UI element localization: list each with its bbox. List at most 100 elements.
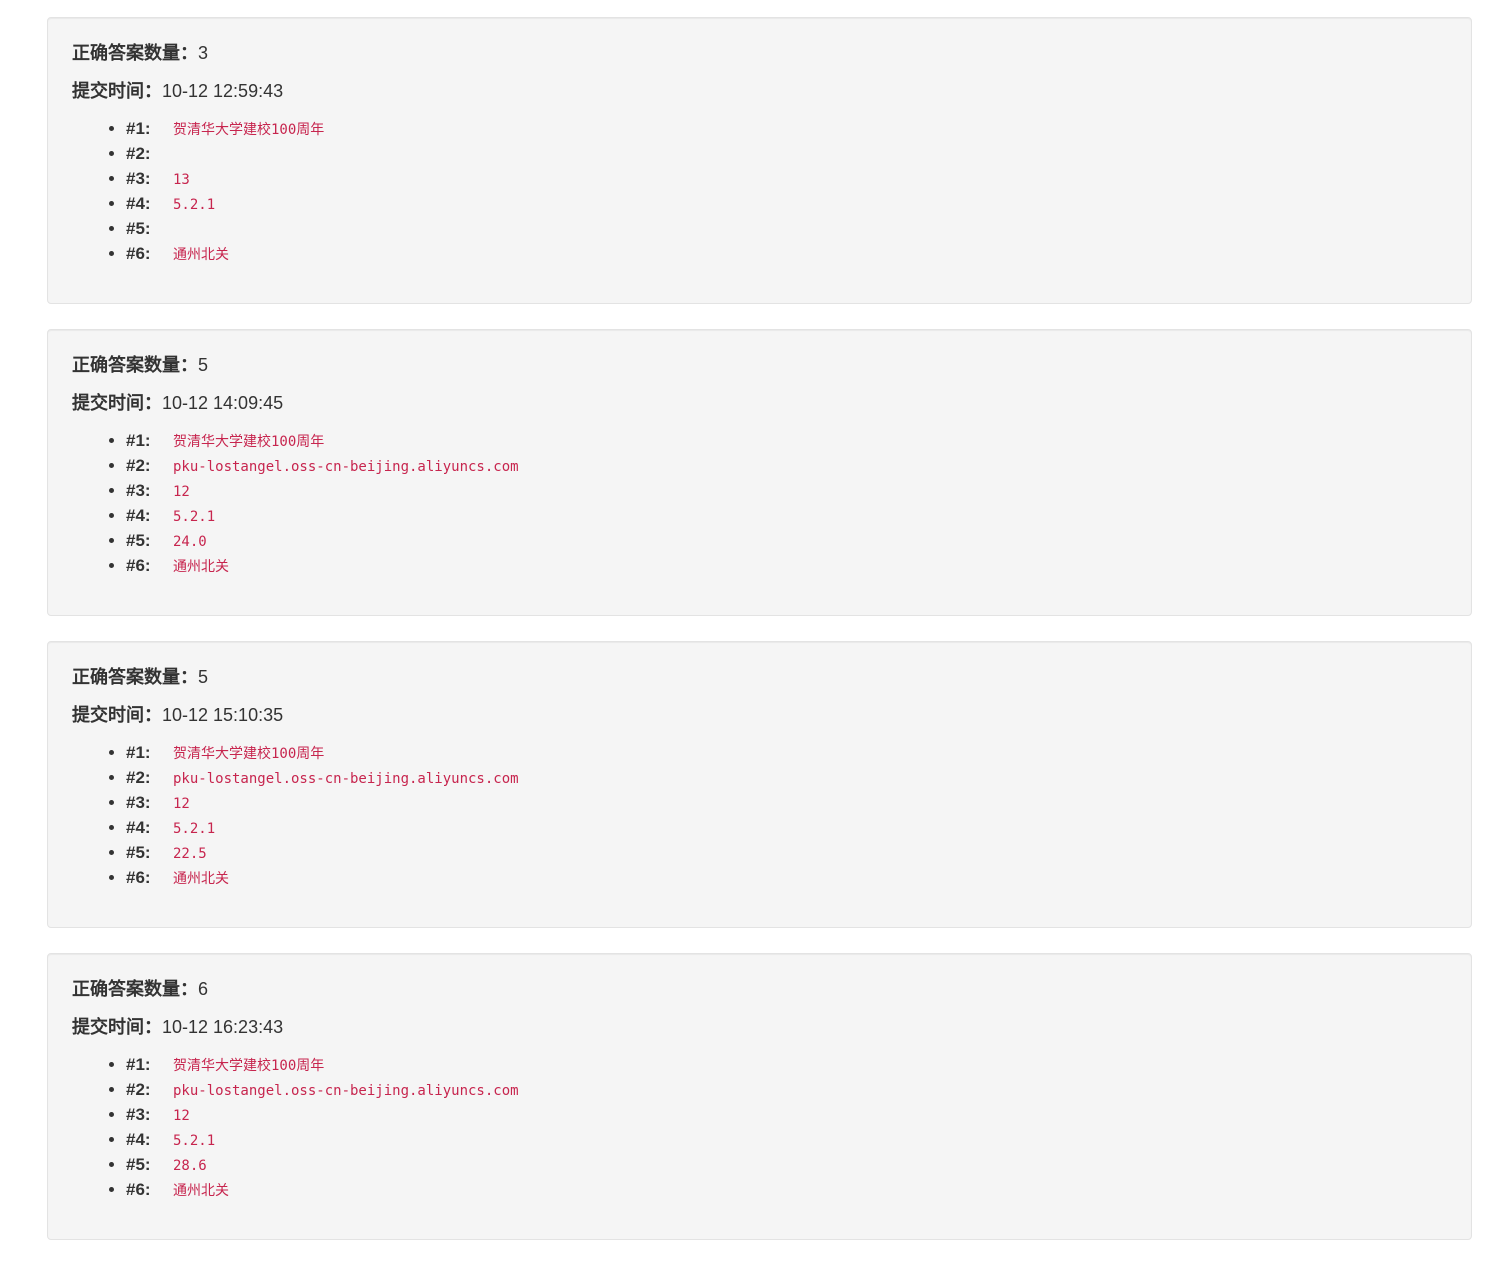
submit-time-label: 提交时间： (72, 81, 162, 101)
correct-count-label: 正确答案数量： (72, 43, 198, 63)
answer-number: #6: (126, 244, 151, 263)
answer-list: #1: 贺清华大学建校100周年 #2: pku-lostangel.oss-cn-b… (72, 428, 1447, 578)
answer-item: #4: 5.2.1 (126, 815, 1447, 840)
answer-item: #1: 贺清华大学建校100周年 (126, 428, 1447, 453)
submit-time-value: 10-12 15:10:35 (162, 705, 284, 725)
answer-number: #3: (126, 169, 151, 188)
answer-item: #6: 通州北关 (126, 1177, 1447, 1202)
answer-value: 5.2.1 (173, 1133, 216, 1149)
answer-value: 贺清华大学建校100周年 (173, 122, 325, 138)
answer-item: #1: 贺清华大学建校100周年 (126, 116, 1447, 141)
answer-number: #4: (126, 506, 151, 525)
answer-value: 5.2.1 (173, 821, 216, 837)
answer-number: #2: (126, 144, 151, 163)
answer-number: #3: (126, 481, 151, 500)
submit-time-label: 提交时间： (72, 1017, 162, 1037)
answer-item: #2: pku-lostangel.oss-cn-beijing.aliyuncs… (126, 453, 1447, 478)
answer-value: 13 (173, 172, 190, 188)
answer-value: 28.6 (173, 1158, 207, 1174)
submission-card: 正确答案数量：5 提交时间：10-12 14:09:45 #1: 贺清华大学建校1… (47, 329, 1472, 616)
answer-value: 5.2.1 (173, 509, 216, 525)
answer-item: #4: 5.2.1 (126, 1127, 1447, 1152)
submit-time-line: 提交时间：10-12 15:10:35 (72, 702, 1447, 728)
answer-number: #5: (126, 1155, 151, 1174)
answer-value: 22.5 (173, 846, 207, 862)
answer-item: #3: 13 (126, 166, 1447, 191)
submission-list: 正确答案数量：3 提交时间：10-12 12:59:43 #1:贺清华大学建校1… (47, 17, 1472, 1265)
answer-value: 12 (173, 484, 190, 500)
answer-value: 通州北关 (173, 871, 229, 887)
answer-list: #1: 贺清华大学建校100周年 #2: #3: 13 #4: 5.2.1 #5: #6: 通州北… (72, 116, 1447, 266)
answer-value: 24.0 (173, 534, 207, 550)
answer-number: #1: (126, 119, 151, 138)
submit-time-label: 提交时间： (72, 705, 162, 725)
correct-count-label: 正确答案数量： (72, 667, 198, 687)
answer-number: #4: (126, 194, 151, 213)
answer-item: #6: 通州北关 (126, 553, 1447, 578)
answer-number: #5: (126, 843, 151, 862)
answer-item: #4: 5.2.1 (126, 191, 1447, 216)
submit-time-line: 提交时间：10-12 14:09:45 (72, 390, 1447, 416)
submission-card: 正确答案数量：6 提交时间：10-12 16:23:43 #1: 贺清华大学建校1… (47, 953, 1472, 1240)
answer-item: #1: 贺清华大学建校100周年 (126, 740, 1447, 765)
submit-time-label: 提交时间： (72, 393, 162, 413)
answer-item: #3: 12 (126, 790, 1447, 815)
submission-card: 正确答案数量：5 提交时间：10-12 15:10:35 #1: 贺清华大学建校1… (47, 641, 1472, 928)
answer-item: #3: 12 (126, 478, 1447, 503)
correct-count-value: 5 (198, 355, 209, 375)
correct-count-value: 5 (198, 667, 209, 687)
answer-value: 贺清华大学建校100周年 (173, 434, 325, 450)
answer-number: #2: (126, 1080, 151, 1099)
answer-number: #1: (126, 743, 151, 762)
submit-time-line: 提交时间：10-12 16:23:43 (72, 1014, 1447, 1040)
answer-value: 5.2.1 (173, 197, 216, 213)
answer-item: #6: 通州北关 (126, 241, 1447, 266)
answer-number: #3: (126, 1105, 151, 1124)
answer-number: #1: (126, 431, 151, 450)
answer-value: 通州北关 (173, 1183, 229, 1199)
answer-item: #5: 28.6 (126, 1152, 1447, 1177)
submit-time-line: 提交时间：10-12 12:59:43 (72, 78, 1447, 104)
correct-count-line: 正确答案数量：5 (72, 664, 1447, 690)
answer-value: 12 (173, 1108, 190, 1124)
answer-item: #5: (126, 216, 1447, 241)
answer-value: 贺清华大学建校100周年 (173, 746, 325, 762)
answer-value: pku-lostangel.oss-cn-beijing.aliyuncs.co… (173, 1083, 519, 1099)
answer-item: #5: 24.0 (126, 528, 1447, 553)
correct-count-value: 6 (198, 979, 209, 999)
answer-number: #2: (126, 456, 151, 475)
submit-time-value: 10-12 12:59:43 (162, 81, 284, 101)
submit-time-value: 10-12 14:09:45 (162, 393, 284, 413)
answer-item: #3: 12 (126, 1102, 1447, 1127)
correct-count-label: 正确答案数量： (72, 355, 198, 375)
answer-number: #4: (126, 1130, 151, 1149)
answer-value: 通州北关 (173, 559, 229, 575)
answer-value: 12 (173, 796, 190, 812)
answer-number: #5: (126, 219, 151, 238)
answer-item: #5: 22.5 (126, 840, 1447, 865)
answer-value: 贺清华大学建校100周年 (173, 1058, 325, 1074)
answer-value: 通州北关 (173, 247, 229, 263)
answer-number: #6: (126, 1180, 151, 1199)
correct-count-line: 正确答案数量：5 (72, 352, 1447, 378)
answer-number: #2: (126, 768, 151, 787)
answer-item: #2: (126, 141, 1447, 166)
answer-number: #6: (126, 868, 151, 887)
answer-number: #3: (126, 793, 151, 812)
answer-number: #6: (126, 556, 151, 575)
correct-count-line: 正确答案数量：6 (72, 976, 1447, 1002)
correct-count-value: 3 (198, 43, 209, 63)
submit-time-value: 10-12 16:23:43 (162, 1017, 284, 1037)
correct-count-line: 正确答案数量：3 (72, 40, 1447, 66)
answer-item: #4: 5.2.1 (126, 503, 1447, 528)
answer-number: #5: (126, 531, 151, 550)
answer-value: pku-lostangel.oss-cn-beijing.aliyuncs.co… (173, 771, 519, 787)
answer-item: #1: 贺清华大学建校100周年 (126, 1052, 1447, 1077)
answer-item: #2: pku-lostangel.oss-cn-beijing.aliyuncs… (126, 765, 1447, 790)
answer-item: #2: pku-lostangel.oss-cn-beijing.aliyuncs… (126, 1077, 1447, 1102)
answer-number: #1: (126, 1055, 151, 1074)
answer-item: #6: 通州北关 (126, 865, 1447, 890)
answer-list: #1: 贺清华大学建校100周年 #2: pku-lostangel.oss-cn-b… (72, 740, 1447, 890)
answer-value: pku-lostangel.oss-cn-beijing.aliyuncs.co… (173, 459, 519, 475)
answer-list: #1: 贺清华大学建校100周年 #2: pku-lostangel.oss-cn-b… (72, 1052, 1447, 1202)
